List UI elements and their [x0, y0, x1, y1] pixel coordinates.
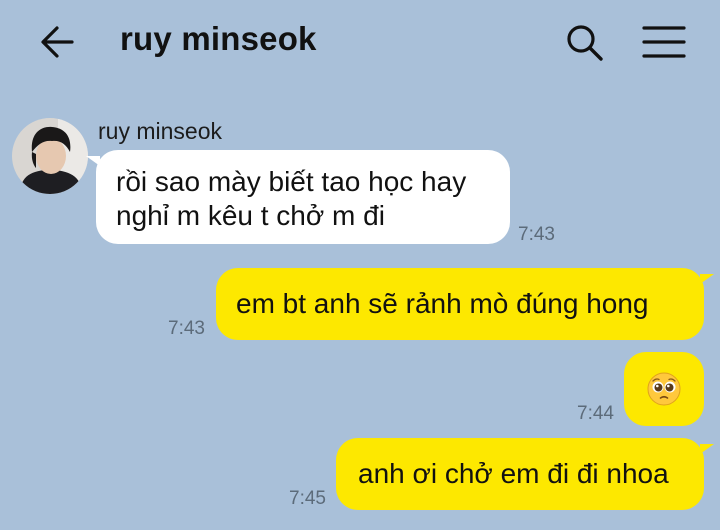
message-text: em bt anh sẽ rảnh mò đúng hong [236, 288, 649, 319]
bubble-tail [700, 444, 714, 454]
avatar[interactable] [12, 118, 88, 194]
message-timestamp: 7:43 [518, 224, 555, 245]
message-timestamp: 7:45 [289, 488, 326, 509]
chat-title: ruy minseok [120, 20, 317, 57]
pleading-face-icon [647, 372, 681, 406]
message-text-line: nghỉ m kêu t chở m đi [116, 200, 385, 231]
profile-photo [12, 118, 88, 194]
bubble-tail [86, 156, 100, 166]
message-text: anh ơi chở em đi đi nhoa [358, 458, 669, 489]
search-icon [567, 25, 603, 61]
outgoing-emoji-bubble[interactable] [624, 352, 704, 426]
sender-name: ruy minseok [98, 118, 222, 144]
chat-header: ruy minseok [0, 0, 720, 84]
message-timestamp: 7:43 [168, 318, 205, 339]
message-text-line: rồi sao mày biết tao học hay [116, 166, 467, 197]
back-button[interactable] [38, 22, 78, 62]
search-button[interactable] [564, 22, 604, 62]
incoming-message-bubble[interactable]: rồi sao mày biết tao học hay nghỉ m kêu … [86, 150, 510, 244]
outgoing-message-bubble[interactable]: anh ơi chở em đi đi nhoa [336, 438, 714, 510]
arrow-left-icon [41, 26, 74, 58]
hamburger-menu-icon [642, 26, 686, 58]
bubble-tail [700, 274, 714, 284]
message-timestamp: 7:44 [577, 403, 614, 424]
menu-button[interactable] [640, 22, 688, 62]
outgoing-message-bubble[interactable]: em bt anh sẽ rảnh mò đúng hong [216, 268, 714, 340]
